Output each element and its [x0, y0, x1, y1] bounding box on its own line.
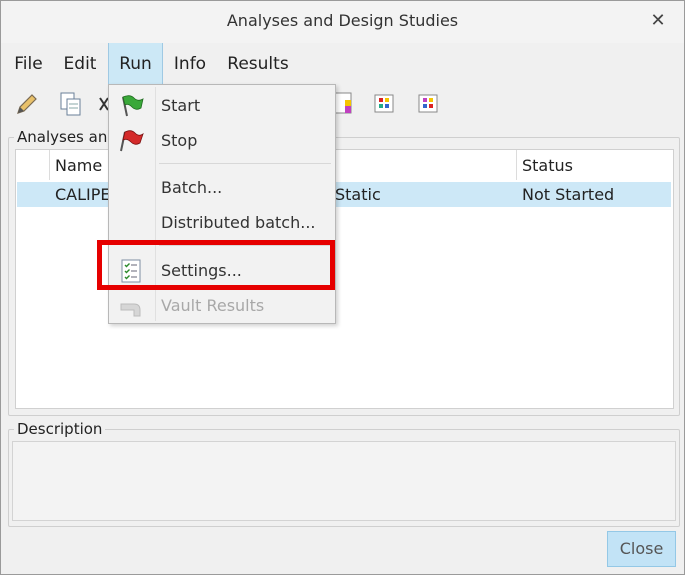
analysis-status: Not Started: [522, 185, 615, 204]
menu-item-label: Start: [161, 96, 201, 115]
view-results-icon[interactable]: [370, 90, 398, 118]
red-flag-icon: [118, 129, 144, 153]
column-header-status[interactable]: Status: [522, 156, 573, 175]
menu-bar: File Edit Run Info Results: [1, 43, 684, 85]
toolbar: [1, 86, 684, 124]
column-header-name[interactable]: Name: [55, 156, 102, 175]
close-window-icon[interactable]: ✕: [648, 10, 668, 32]
analyses-group-label: Analyses and: [14, 128, 120, 146]
menu-item-label: Settings...: [161, 261, 242, 280]
run-menu: Start Stop Batch... Distributed batch...…: [108, 84, 336, 324]
menu-item-label: Stop: [161, 131, 198, 150]
menu-edit[interactable]: Edit: [57, 43, 103, 85]
analyses-dialog: Analyses and Design Studies ✕ File Edit …: [0, 0, 685, 575]
green-flag-icon: [118, 94, 144, 118]
vault-icon: [118, 294, 144, 318]
menu-item-label: Vault Results: [161, 296, 265, 315]
menu-item-label: Distributed batch...: [161, 213, 316, 232]
menu-separator: [159, 245, 331, 246]
analysis-name: CALIPE: [55, 185, 111, 204]
title-bar: Analyses and Design Studies ✕: [1, 1, 684, 43]
menu-item-start[interactable]: Start: [110, 89, 334, 123]
settings-list-icon: [118, 259, 144, 283]
menu-item-stop[interactable]: Stop: [110, 124, 334, 158]
menu-info[interactable]: Info: [165, 43, 215, 85]
menu-item-vault-results: Vault Results: [110, 289, 334, 323]
copy-icon[interactable]: [57, 90, 85, 118]
menu-separator: [159, 163, 331, 164]
menu-item-batch[interactable]: Batch...: [110, 171, 334, 205]
compare-icon[interactable]: [414, 90, 442, 118]
menu-item-distributed-batch[interactable]: Distributed batch...: [110, 206, 334, 240]
analysis-type: Static: [335, 185, 381, 204]
menu-results[interactable]: Results: [222, 43, 294, 85]
menu-item-settings[interactable]: Settings...: [110, 254, 334, 288]
column-separator: [49, 150, 50, 180]
description-label: Description: [14, 420, 106, 438]
menu-item-label: Batch...: [161, 178, 223, 197]
close-button[interactable]: Close: [607, 531, 676, 567]
description-field[interactable]: [12, 441, 676, 521]
menu-file[interactable]: File: [6, 43, 51, 85]
column-separator: [516, 150, 517, 180]
window-title: Analyses and Design Studies: [226, 11, 459, 30]
pencil-icon[interactable]: [13, 90, 41, 118]
menu-run[interactable]: Run: [108, 43, 163, 85]
